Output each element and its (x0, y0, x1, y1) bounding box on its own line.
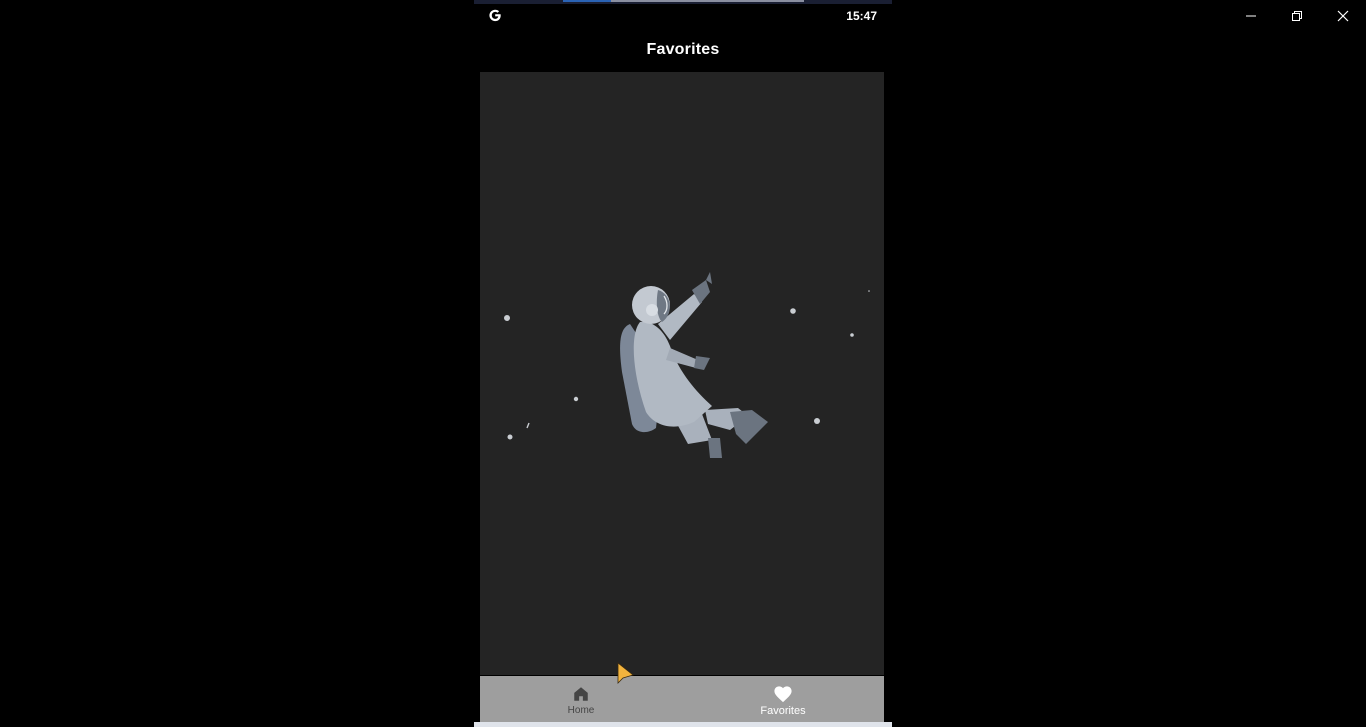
nav-item-label: Favorites (760, 704, 806, 717)
floating-astronaut-icon (620, 272, 768, 458)
status-clock: 15:47 (846, 9, 877, 23)
progress-segment-secondary (611, 0, 804, 2)
close-icon (1337, 10, 1349, 22)
window-controls (1228, 0, 1366, 32)
favorites-empty-state (480, 72, 884, 675)
bottom-edge (474, 722, 892, 727)
close-button[interactable] (1320, 0, 1366, 32)
google-g-icon (489, 9, 501, 22)
nav-item-home[interactable]: Home (480, 676, 682, 722)
restore-icon (1292, 11, 1302, 21)
status-bar: 15:47 (474, 4, 892, 28)
nav-item-label: Home (567, 705, 595, 716)
home-icon (574, 687, 588, 701)
bottom-navigation: Home Favorites (480, 676, 884, 722)
app-bar: Favorites (474, 28, 892, 72)
minimize-icon (1246, 15, 1256, 17)
screen: 15:47 Favorites Home Favorites (0, 0, 1366, 727)
phone-frame: 15:47 Favorites Home Favorites (474, 0, 892, 727)
restore-button[interactable] (1274, 0, 1320, 32)
nav-item-favorites[interactable]: Favorites (682, 676, 884, 722)
progress-segment-primary (563, 0, 611, 2)
minimize-button[interactable] (1228, 0, 1274, 32)
heart-icon (774, 685, 792, 702)
page-title: Favorites (646, 41, 720, 58)
astronaut-illustration (504, 272, 870, 458)
mouse-cursor-icon (617, 662, 634, 684)
